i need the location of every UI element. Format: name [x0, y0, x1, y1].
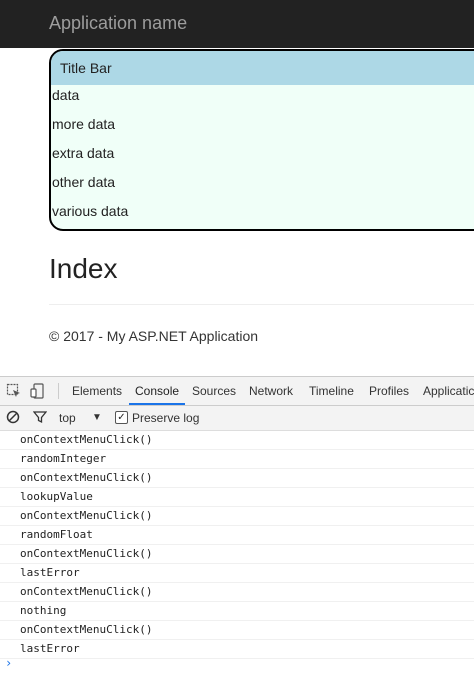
- console-line: onContextMenuClick(): [0, 545, 474, 564]
- panel-item[interactable]: various data: [51, 201, 474, 229]
- tab-network[interactable]: Network: [249, 377, 293, 405]
- panel-title-bar: Title Bar: [51, 51, 474, 85]
- console-line: onContextMenuClick(): [0, 469, 474, 488]
- console-line: onContextMenuClick(): [0, 431, 474, 450]
- console-line: lookupValue: [0, 488, 474, 507]
- tab-elements[interactable]: Elements: [72, 377, 122, 405]
- console-output: onContextMenuClick() randomInteger onCon…: [0, 431, 474, 659]
- app-brand-link[interactable]: Application name: [49, 12, 187, 34]
- clear-console-icon[interactable]: [6, 410, 20, 426]
- page-footer: © 2017 - My ASP.NET Application: [49, 328, 259, 344]
- tab-timeline[interactable]: Timeline: [309, 377, 354, 405]
- tab-application[interactable]: Applicatic: [423, 377, 474, 405]
- console-line: lastError: [0, 564, 474, 583]
- chevron-down-icon[interactable]: ▼: [92, 410, 102, 426]
- console-line: randomInteger: [0, 450, 474, 469]
- context-selector[interactable]: top: [59, 410, 76, 426]
- inspect-element-icon[interactable]: [6, 383, 22, 399]
- devtools-panel: Elements Console Sources Network Timelin…: [0, 376, 474, 684]
- console-prompt[interactable]: ›: [5, 656, 12, 670]
- console-line: onContextMenuClick(): [0, 507, 474, 526]
- device-toolbar-icon[interactable]: [30, 383, 46, 399]
- console-line: lastError: [0, 640, 474, 659]
- preserve-log-label: Preserve log: [132, 411, 200, 425]
- page-heading: Index: [49, 253, 118, 284]
- toolbar-separator: [58, 383, 59, 399]
- console-toolbar: top ▼ ✓ Preserve log: [0, 406, 474, 431]
- console-line: onContextMenuClick(): [0, 621, 474, 640]
- tab-console[interactable]: Console: [128, 377, 186, 405]
- filter-icon[interactable]: [32, 410, 48, 426]
- tab-sources[interactable]: Sources: [192, 377, 236, 405]
- panel-item[interactable]: more data: [51, 114, 474, 143]
- console-line: nothing: [0, 602, 474, 621]
- tab-profiles[interactable]: Profiles: [369, 377, 409, 405]
- console-line: onContextMenuClick(): [0, 583, 474, 602]
- panel-item[interactable]: data: [51, 85, 474, 114]
- panel-item[interactable]: other data: [51, 172, 474, 201]
- devtools-tab-bar: Elements Console Sources Network Timelin…: [0, 377, 474, 406]
- navbar: Application name: [0, 0, 474, 48]
- preserve-log-checkbox[interactable]: ✓: [115, 411, 128, 424]
- console-line: randomFloat: [0, 526, 474, 545]
- context-panel: Title Bar data more data extra data othe…: [49, 49, 474, 231]
- page: Application name Title Bar data more dat…: [0, 0, 474, 684]
- divider: [49, 304, 474, 305]
- panel-item[interactable]: extra data: [51, 143, 474, 172]
